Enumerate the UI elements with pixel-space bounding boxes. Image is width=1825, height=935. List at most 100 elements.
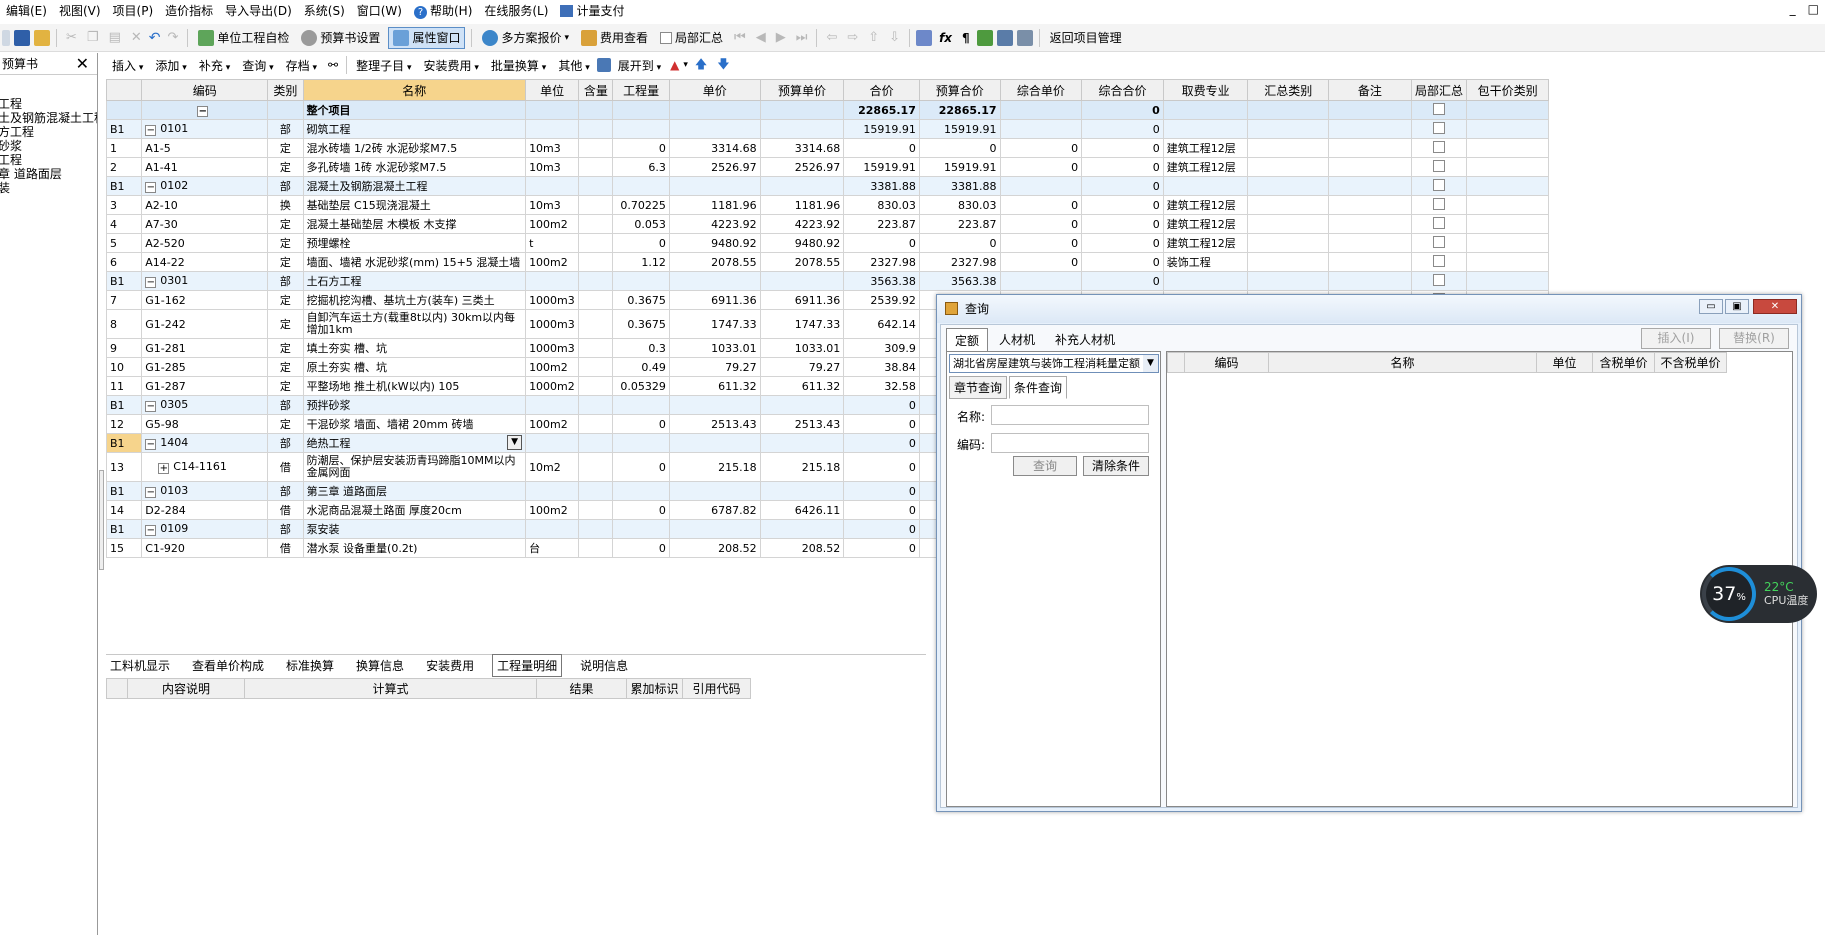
row-remark-cell[interactable]: [1328, 214, 1412, 234]
row-budget-price-cell[interactable]: 1181.96: [759, 195, 845, 215]
row-code-cell[interactable]: A1-5: [141, 138, 269, 158]
row-fee-category-cell[interactable]: 建筑工程12层: [1162, 157, 1249, 177]
row-content-cell[interactable]: [578, 195, 614, 215]
tab-supplement-labor-material[interactable]: 补充人材机: [1046, 327, 1124, 352]
row-budget-total-cell[interactable]: 15919.91: [918, 157, 1001, 177]
row-name-cell[interactable]: 填土夯实 槽、坑: [302, 338, 527, 358]
tab-description[interactable]: 说明信息: [576, 655, 632, 676]
row-price-cell[interactable]: 2078.55: [668, 252, 761, 272]
row-content-cell[interactable]: [578, 119, 614, 139]
cpu-monitor-widget[interactable]: 37% 22°C CPU温度: [1700, 565, 1817, 623]
collapse-icon[interactable]: −: [145, 487, 157, 498]
row-total-cell[interactable]: 2539.92: [843, 290, 920, 310]
row-unit-cell[interactable]: 10m3: [525, 138, 580, 158]
arrow-right-icon[interactable]: ⇨: [844, 30, 861, 45]
row-name-cell[interactable]: 多孔砖墙 1砖 水泥砂浆M7.5: [302, 157, 527, 177]
binoculars-icon[interactable]: ⚯: [324, 58, 342, 72]
tab-standard-conversion[interactable]: 标准换算: [282, 655, 338, 676]
organize-subitems-menu[interactable]: 整理子目: [351, 57, 416, 74]
quota-library-select[interactable]: 湖北省房屋建筑与装饰工程消耗量定额 ▼: [949, 354, 1159, 373]
arrow-down-icon[interactable]: ⇩: [886, 30, 903, 45]
row-total-cell[interactable]: 0: [843, 233, 920, 253]
move-down-icon[interactable]: 🡇: [714, 55, 732, 76]
list-icon[interactable]: [1016, 29, 1033, 46]
row-total-cell[interactable]: 0: [843, 414, 920, 434]
unit-check-button[interactable]: 单位工程自检: [194, 27, 293, 49]
row-seq-cell[interactable]: 2: [105, 157, 143, 177]
row-budget-price-cell[interactable]: 3314.68: [759, 138, 845, 158]
row-composite-total-cell[interactable]: 0: [1081, 233, 1164, 253]
row-type-cell[interactable]: 定: [267, 338, 304, 358]
row-total-cell[interactable]: 0: [843, 481, 920, 501]
return-project-button[interactable]: 返回项目管理: [1046, 27, 1126, 49]
row-budget-price-cell[interactable]: [759, 519, 845, 539]
row-price-cell[interactable]: 9480.92: [668, 233, 761, 253]
table-row[interactable]: B1−0102 部混凝土及钢筋混凝土工程 3381.88 3381.88 0: [105, 176, 1549, 196]
row-price-cell[interactable]: 215.18: [668, 452, 761, 482]
row-budget-price-cell[interactable]: 9480.92: [759, 233, 845, 253]
row-fee-category-cell[interactable]: [1162, 271, 1249, 291]
row-composite-price-cell[interactable]: 0: [999, 214, 1083, 234]
close-icon[interactable]: ✕: [76, 53, 89, 75]
row-type-cell[interactable]: 定: [267, 233, 304, 253]
row-code-cell[interactable]: G1-242: [141, 309, 269, 339]
row-seq-cell[interactable]: 10: [105, 357, 143, 377]
row-unit-cell[interactable]: [525, 271, 580, 291]
row-summary-category-cell[interactable]: [1247, 214, 1330, 234]
row-seq-cell[interactable]: [105, 100, 143, 120]
row-type-cell[interactable]: 部: [267, 395, 304, 415]
dialog-minimize-button[interactable]: ▭: [1699, 299, 1723, 314]
row-price-cell[interactable]: 611.32: [668, 376, 761, 396]
row-code-cell[interactable]: D2-284: [141, 500, 269, 520]
grid-cell[interactable]: [267, 100, 304, 120]
row-total-cell[interactable]: 0: [843, 433, 920, 453]
paint-icon[interactable]: ▲: [668, 58, 681, 72]
grid-header-cell[interactable]: [105, 79, 143, 101]
row-code-cell[interactable]: −0101: [141, 119, 269, 139]
row-unit-cell[interactable]: 100m2: [525, 414, 580, 434]
table-row[interactable]: 3 A2-10 换基础垫层 C15现浇混凝土 10m3 0.70225 1181.96 11…: [105, 195, 1549, 215]
tree-item[interactable]: 土及钢筋混凝土工程: [0, 111, 97, 125]
install-fee-menu[interactable]: 安装费用: [419, 57, 484, 74]
row-code-cell[interactable]: −0305: [141, 395, 269, 415]
row-code-cell[interactable]: −: [141, 100, 269, 120]
row-name-cell[interactable]: 挖掘机挖沟槽、基坑土方(装车) 三类土: [302, 290, 527, 310]
row-remark-cell[interactable]: [1328, 119, 1412, 139]
grid-cell[interactable]: 整个项目: [302, 100, 527, 120]
grid-cell[interactable]: [612, 100, 670, 120]
collapse-icon[interactable]: −: [145, 439, 157, 450]
grid-cell[interactable]: [1247, 100, 1330, 120]
row-composite-price-cell[interactable]: 0: [999, 233, 1083, 253]
row-type-cell[interactable]: 定: [267, 309, 304, 339]
local-summary-checkbox[interactable]: [1432, 159, 1445, 172]
row-unit-cell[interactable]: [525, 176, 580, 196]
collapse-icon[interactable]: −: [145, 182, 157, 193]
row-seq-cell[interactable]: B1: [105, 271, 143, 291]
row-qty-cell[interactable]: 0: [612, 538, 670, 558]
collapse-icon[interactable]: −: [145, 125, 157, 136]
row-budget-price-cell[interactable]: [759, 395, 845, 415]
local-summary-checkbox[interactable]: [1432, 178, 1445, 191]
replace-button[interactable]: 替换(R): [1719, 328, 1789, 349]
row-price-cell[interactable]: [668, 119, 761, 139]
code-input[interactable]: [991, 433, 1149, 453]
row-code-cell[interactable]: A2-520: [141, 233, 269, 253]
row-remark-cell[interactable]: [1328, 176, 1412, 196]
row-total-cell[interactable]: 32.58: [843, 376, 920, 396]
row-budget-total-cell[interactable]: 223.87: [918, 214, 1001, 234]
budget-settings-button[interactable]: 预算书设置: [297, 27, 384, 49]
arrow-left-icon[interactable]: ⇦: [823, 30, 840, 45]
row-seq-cell[interactable]: 5: [105, 233, 143, 253]
row-unit-cell[interactable]: 10m2: [525, 452, 580, 482]
row-unit-cell[interactable]: 台: [525, 538, 580, 558]
row-code-cell[interactable]: A1-41: [141, 157, 269, 177]
row-unit-cell[interactable]: [525, 119, 580, 139]
row-package-category-cell[interactable]: [1466, 157, 1549, 177]
row-summary-category-cell[interactable]: [1247, 252, 1330, 272]
row-remark-cell[interactable]: [1328, 271, 1412, 291]
row-content-cell[interactable]: [578, 233, 614, 253]
grid-cell[interactable]: [999, 100, 1083, 120]
row-composite-price-cell[interactable]: 0: [999, 195, 1083, 215]
row-composite-total-cell[interactable]: 0: [1081, 252, 1164, 272]
row-total-cell[interactable]: 0: [843, 452, 920, 482]
